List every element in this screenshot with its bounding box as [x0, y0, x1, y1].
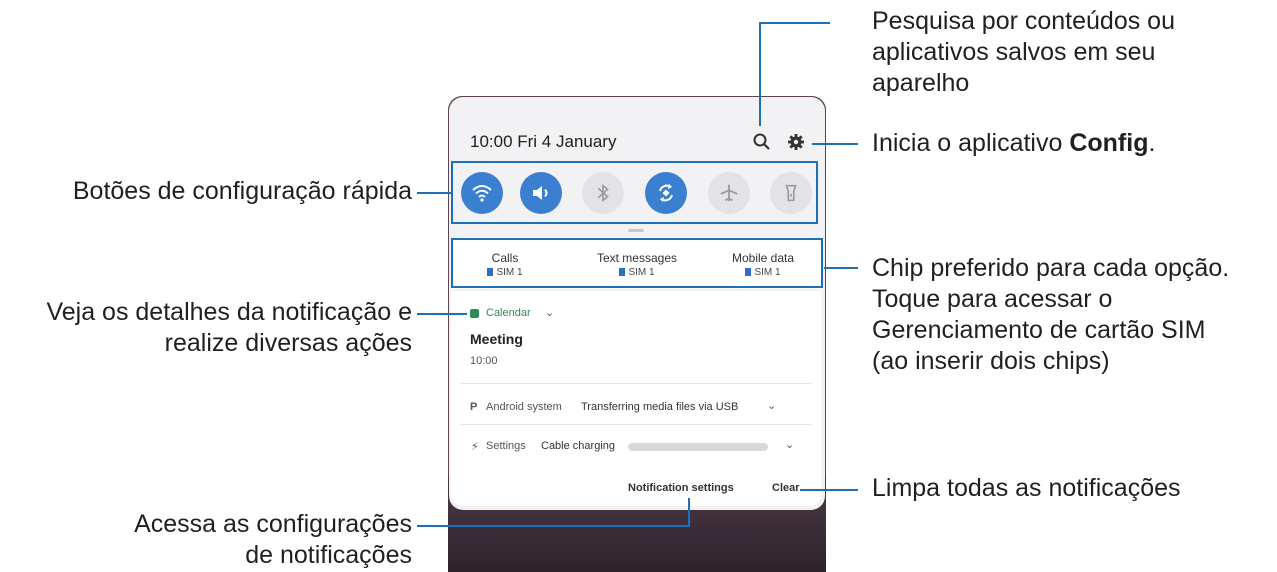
airplane-toggle[interactable]: [708, 172, 750, 214]
notification-time: 10:00: [470, 355, 498, 367]
sim-text-value: SIM 1: [628, 267, 655, 278]
sound-icon: [533, 186, 548, 200]
callout-line-sim: [824, 267, 858, 269]
autorotate-icon: [659, 184, 673, 202]
callout-line-search-horizontal: [759, 22, 830, 24]
annotation-sim-line-1: Chip preferido para cada opção.: [872, 254, 1230, 282]
sim-card-icon: [619, 268, 626, 276]
annotation-sim-line-3: Gerenciamento de cartão SIM: [872, 316, 1206, 344]
annotation-notification: Veja os detalhes da notificação e realiz…: [46, 297, 412, 359]
charging-text: Cable charging: [541, 440, 615, 452]
sim-calls-label: Calls: [491, 251, 519, 265]
annotation-notification-settings: Acessa as configurações de notificações: [134, 509, 412, 571]
callout-line-search-vertical: [759, 23, 761, 126]
annotation-quick-settings: Botões de configuração rápida: [72, 177, 412, 205]
flashlight-toggle[interactable]: [770, 172, 812, 214]
sim-card-icon: [487, 268, 494, 276]
wifi-icon: [472, 185, 492, 202]
android-system-text: Transferring media files via USB: [581, 401, 739, 413]
chevron-down-icon[interactable]: ⌄: [767, 399, 776, 412]
chevron-down-icon[interactable]: ⌄: [785, 438, 794, 451]
sim-mobile-data[interactable]: Mobile data SIM 1: [708, 251, 818, 278]
clear-button[interactable]: Clear: [772, 482, 800, 494]
callout-line-notif-settings-horizontal: [417, 525, 690, 527]
airplane-icon: [720, 184, 738, 202]
android-system-icon: P: [470, 401, 478, 413]
bluetooth-icon: [597, 183, 609, 203]
annotation-search-line-3: aparelho: [872, 69, 970, 97]
sim-text-messages[interactable]: Text messages SIM 1: [582, 251, 692, 278]
status-date-time: 10:00 Fri 4 January: [470, 132, 617, 151]
flashlight-icon: [785, 184, 797, 202]
notification-title: Meeting: [470, 331, 523, 347]
annotation-sim: Chip preferido para cada opção. Toque pa…: [872, 253, 1229, 377]
callout-line-clear: [800, 489, 858, 491]
annotation-notification-line-2: realize diversas ações: [164, 329, 412, 357]
callout-line-quick-settings: [417, 192, 453, 194]
android-system-app: Android system: [486, 401, 562, 413]
annotation-search: Pesquisa por conteúdos ou aplicativos sa…: [872, 6, 1175, 99]
wifi-toggle[interactable]: [461, 172, 503, 214]
panel-drag-handle[interactable]: [628, 229, 644, 232]
annotation-search-line-2: aplicativos salvos em seu: [872, 38, 1156, 66]
annotation-settings-text: Inicia o aplicativo: [872, 129, 1070, 157]
annotation-clear: Limpa todas as notificações: [872, 474, 1181, 502]
quick-settings-highlight: [451, 161, 818, 224]
callout-line-settings: [812, 143, 858, 145]
blurred-text: [628, 443, 768, 451]
sound-toggle[interactable]: [520, 172, 562, 214]
bluetooth-toggle[interactable]: [582, 172, 624, 214]
annotation-sim-line-4: (ao inserir dois chips): [872, 347, 1110, 375]
chevron-down-icon[interactable]: ⌄: [545, 306, 554, 319]
notification-settings-button[interactable]: Notification settings: [628, 482, 734, 494]
sim-text-label: Text messages: [596, 251, 678, 265]
sim-data-label: Mobile data: [731, 251, 795, 265]
autorotate-toggle[interactable]: [645, 172, 687, 214]
annotation-notification-line-1: Veja os detalhes da notificação e: [46, 298, 412, 326]
sim-calls[interactable]: Calls SIM 1: [450, 251, 560, 278]
search-icon[interactable]: [752, 132, 772, 152]
annotation-notif-settings-line-1: Acessa as configurações: [134, 510, 412, 538]
sim-calls-value: SIM 1: [496, 267, 523, 278]
calendar-icon: [470, 309, 479, 318]
callout-line-notification: [417, 313, 467, 315]
annotation-search-line-1: Pesquisa por conteúdos ou: [872, 7, 1175, 35]
gear-icon[interactable]: [786, 132, 806, 152]
annotation-sim-line-2: Toque para acessar o: [872, 285, 1113, 313]
sim-card-icon: [745, 268, 752, 276]
annotation-settings-bold: Config: [1069, 129, 1149, 157]
annotation-settings-suffix: .: [1148, 129, 1156, 157]
calendar-app-name: Calendar: [486, 307, 531, 319]
callout-line-notif-settings-vertical: [688, 498, 690, 526]
annotation-settings: Inicia o aplicativo Config.: [872, 128, 1155, 159]
sim-data-value: SIM 1: [754, 267, 781, 278]
divider: [460, 424, 812, 425]
settings-app-name: Settings: [486, 440, 526, 452]
annotation-notif-settings-line-2: de notificações: [245, 541, 412, 569]
charging-icon: ⚡: [471, 441, 479, 453]
notification-list: [451, 291, 821, 506]
divider: [460, 383, 812, 384]
